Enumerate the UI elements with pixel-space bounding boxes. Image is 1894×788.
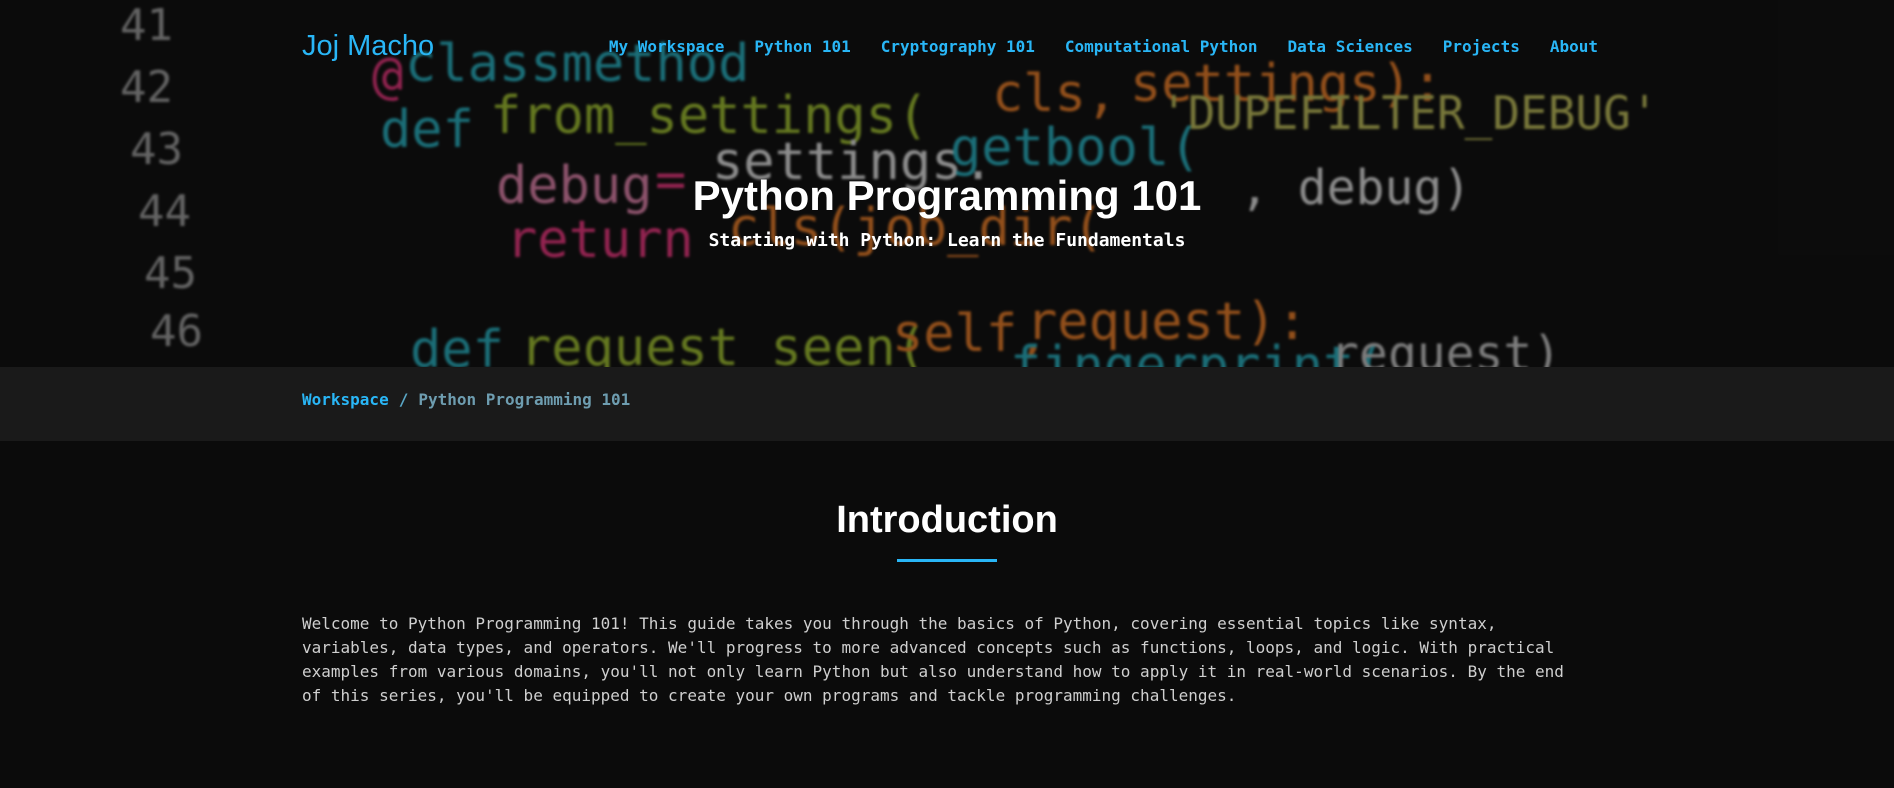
top-navbar: Joj Macho My Workspace Python 101 Crypto… [302,26,1598,66]
nav-item-projects[interactable]: Projects [1443,37,1520,56]
nav-item-my-workspace[interactable]: My Workspace [609,37,725,56]
hero-subtitle: Starting with Python: Learn the Fundamen… [708,230,1186,251]
brand-logo-link[interactable]: Joj Macho [302,30,434,63]
nav-item-data-sciences[interactable]: Data Sciences [1288,37,1413,56]
hero-banner: 41 42 43 44 45 46 @ classmethod def from… [0,0,1894,367]
section-title: Introduction [836,499,1058,541]
nav-item-cryptography-101[interactable]: Cryptography 101 [881,37,1035,56]
intro-paragraph: Welcome to Python Programming 101! This … [302,614,1564,705]
main-content: Introduction Welcome to Python Programmi… [0,441,1894,708]
breadcrumb-bar: Workspace / Python Programming 101 [0,367,1894,441]
hero-title: Python Programming 101 [692,172,1202,219]
breadcrumb-separator: / [398,389,409,409]
nav-links: My Workspace Python 101 Cryptography 101… [609,37,1598,56]
nav-item-python-101[interactable]: Python 101 [754,37,850,56]
title-underline [897,559,997,562]
hero-text: Python Programming 101 Starting with Pyt… [0,170,1894,251]
nav-item-computational-python[interactable]: Computational Python [1065,37,1258,56]
nav-item-about[interactable]: About [1550,37,1598,56]
breadcrumb-current: Python Programming 101 [418,389,631,409]
breadcrumb-link-workspace[interactable]: Workspace [302,390,389,409]
breadcrumb: Workspace / Python Programming 101 [302,390,630,409]
